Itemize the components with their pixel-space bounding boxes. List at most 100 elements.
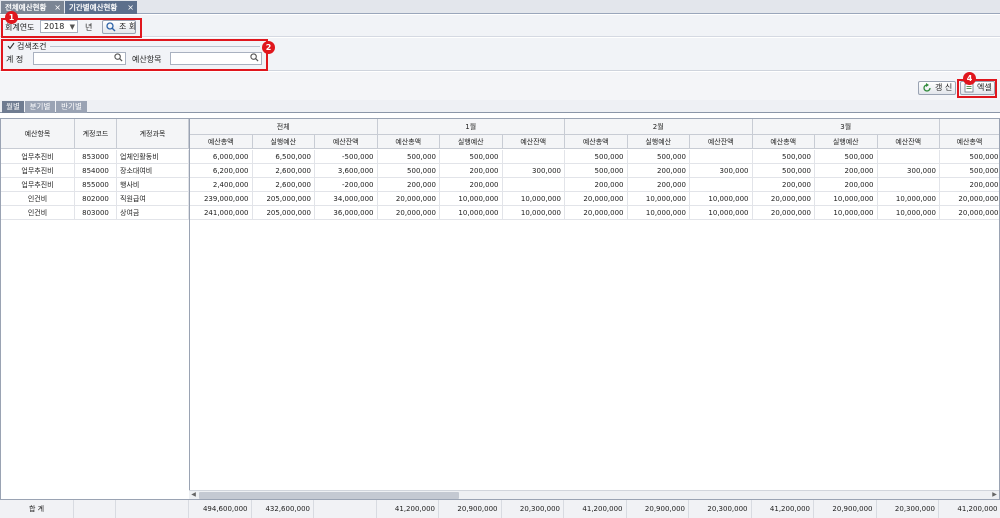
table-cell[interactable]: 10,000,000 xyxy=(440,192,503,206)
table-cell[interactable]: 20,000,000 xyxy=(565,192,628,206)
table-cell[interactable]: 상여금 xyxy=(117,206,189,220)
table-cell[interactable] xyxy=(877,150,940,164)
table-cell[interactable]: 10,000,000 xyxy=(502,206,565,220)
table-cell[interactable] xyxy=(690,150,753,164)
total-cell: 41,200,000 xyxy=(939,500,1000,518)
table-cell[interactable]: 장소대여비 xyxy=(117,164,189,178)
table-cell[interactable]: 2,600,000 xyxy=(252,178,315,192)
table-cell[interactable]: 802000 xyxy=(75,192,117,206)
table-cell[interactable]: 업무추진비 xyxy=(1,150,75,164)
table-cell[interactable]: 500,000 xyxy=(565,150,628,164)
table-cell[interactable]: 803000 xyxy=(75,206,117,220)
table-cell[interactable]: 205,000,000 xyxy=(252,192,315,206)
table-cell[interactable]: 10,000,000 xyxy=(877,206,940,220)
table-cell[interactable]: 10,000,000 xyxy=(440,206,503,220)
table-cell[interactable]: 2,400,000 xyxy=(190,178,253,192)
tab-quarterly[interactable]: 분기별 xyxy=(25,101,55,113)
table-cell[interactable]: 10,000,000 xyxy=(502,192,565,206)
table-cell[interactable]: 200,000 xyxy=(377,178,440,192)
close-icon[interactable]: × xyxy=(54,1,61,14)
scroll-right-icon[interactable]: ▶ xyxy=(990,491,999,499)
table-cell[interactable]: 200,000 xyxy=(565,178,628,192)
tab-half-yearly[interactable]: 반기별 xyxy=(56,101,87,113)
table-cell[interactable] xyxy=(877,178,940,192)
total-cell xyxy=(116,500,189,518)
table-cell[interactable]: 20,000,000 xyxy=(565,206,628,220)
table-cell[interactable]: 10,000,000 xyxy=(627,206,690,220)
table-cell[interactable] xyxy=(502,150,565,164)
table-cell[interactable]: 500,000 xyxy=(627,150,690,164)
table-cell[interactable]: 직원급여 xyxy=(117,192,189,206)
table-cell[interactable]: 200,000 xyxy=(815,178,878,192)
table-cell[interactable]: 10,000,000 xyxy=(627,192,690,206)
table-cell[interactable]: 10,000,000 xyxy=(690,206,753,220)
table-cell[interactable]: 10,000,000 xyxy=(815,206,878,220)
highlight-box-2 xyxy=(1,39,268,71)
close-icon[interactable]: × xyxy=(127,1,134,14)
table-cell[interactable]: 20,000,000 xyxy=(377,192,440,206)
table-cell[interactable]: 205,000,000 xyxy=(252,206,315,220)
total-cell: 41,200,000 xyxy=(564,500,627,518)
table-cell[interactable]: 500,000 xyxy=(377,150,440,164)
table-cell[interactable]: 6,500,000 xyxy=(252,150,315,164)
refresh-button[interactable]: 갱 신 xyxy=(918,81,956,95)
tab-monthly[interactable]: 월별 xyxy=(2,101,24,113)
table-cell[interactable]: 500,000 xyxy=(940,164,999,178)
table-cell[interactable] xyxy=(502,178,565,192)
table-cell[interactable]: 500,000 xyxy=(752,150,815,164)
table-cell[interactable]: 200,000 xyxy=(440,178,503,192)
table-cell[interactable]: 200,000 xyxy=(815,164,878,178)
horizontal-scrollbar[interactable]: ◀ ▶ xyxy=(189,490,999,499)
total-label: 합 계 xyxy=(0,500,74,518)
table-cell[interactable] xyxy=(690,178,753,192)
table-cell[interactable]: 20,000,000 xyxy=(377,206,440,220)
table-cell[interactable]: 36,000,000 xyxy=(315,206,378,220)
column-header: 예산잔액 xyxy=(877,135,940,149)
scrollbar-thumb[interactable] xyxy=(199,492,459,499)
table-cell[interactable]: 241,000,000 xyxy=(190,206,253,220)
column-header: 예산총액 xyxy=(377,135,440,149)
table-cell[interactable]: 200,000 xyxy=(627,164,690,178)
table-cell[interactable]: 20,000,000 xyxy=(752,206,815,220)
table-cell[interactable]: 200,000 xyxy=(940,178,999,192)
table-cell[interactable]: 2,600,000 xyxy=(252,164,315,178)
table-cell[interactable]: 행사비 xyxy=(117,178,189,192)
table-cell[interactable]: -500,000 xyxy=(315,150,378,164)
table-cell[interactable]: 업체인활동비 xyxy=(117,150,189,164)
column-header: 예산총액 xyxy=(565,135,628,149)
table-cell[interactable]: 10,000,000 xyxy=(877,192,940,206)
table-cell[interactable]: 239,000,000 xyxy=(190,192,253,206)
table-cell[interactable]: 500,000 xyxy=(565,164,628,178)
total-cell: 20,900,000 xyxy=(627,500,689,518)
table-cell[interactable]: 10,000,000 xyxy=(690,192,753,206)
table-cell[interactable]: 20,000,000 xyxy=(940,192,999,206)
table-cell[interactable]: 200,000 xyxy=(440,164,503,178)
table-cell[interactable]: 500,000 xyxy=(752,164,815,178)
table-cell[interactable]: 10,000,000 xyxy=(815,192,878,206)
table-cell[interactable]: 200,000 xyxy=(752,178,815,192)
tab-period-budget[interactable]: 기간별예산현황 × xyxy=(65,1,137,14)
table-cell[interactable]: 업무추진비 xyxy=(1,164,75,178)
table-cell[interactable]: 853000 xyxy=(75,150,117,164)
table-cell[interactable]: 500,000 xyxy=(377,164,440,178)
table-cell[interactable]: 인건비 xyxy=(1,206,75,220)
table-cell[interactable]: 500,000 xyxy=(815,150,878,164)
table-cell[interactable]: 854000 xyxy=(75,164,117,178)
table-cell[interactable]: 855000 xyxy=(75,178,117,192)
scroll-left-icon[interactable]: ◀ xyxy=(189,491,198,499)
table-cell[interactable]: 500,000 xyxy=(940,150,999,164)
table-cell[interactable]: 300,000 xyxy=(690,164,753,178)
table-cell[interactable]: 인건비 xyxy=(1,192,75,206)
table-cell[interactable]: 6,000,000 xyxy=(190,150,253,164)
table-cell[interactable]: 200,000 xyxy=(627,178,690,192)
table-cell[interactable]: -200,000 xyxy=(315,178,378,192)
table-cell[interactable]: 6,200,000 xyxy=(190,164,253,178)
table-cell[interactable]: 300,000 xyxy=(502,164,565,178)
table-cell[interactable]: 20,000,000 xyxy=(752,192,815,206)
table-cell[interactable]: 3,600,000 xyxy=(315,164,378,178)
table-cell[interactable]: 34,000,000 xyxy=(315,192,378,206)
table-cell[interactable]: 300,000 xyxy=(877,164,940,178)
table-cell[interactable]: 업무추진비 xyxy=(1,178,75,192)
table-cell[interactable]: 500,000 xyxy=(440,150,503,164)
table-cell[interactable]: 20,000,000 xyxy=(940,206,999,220)
